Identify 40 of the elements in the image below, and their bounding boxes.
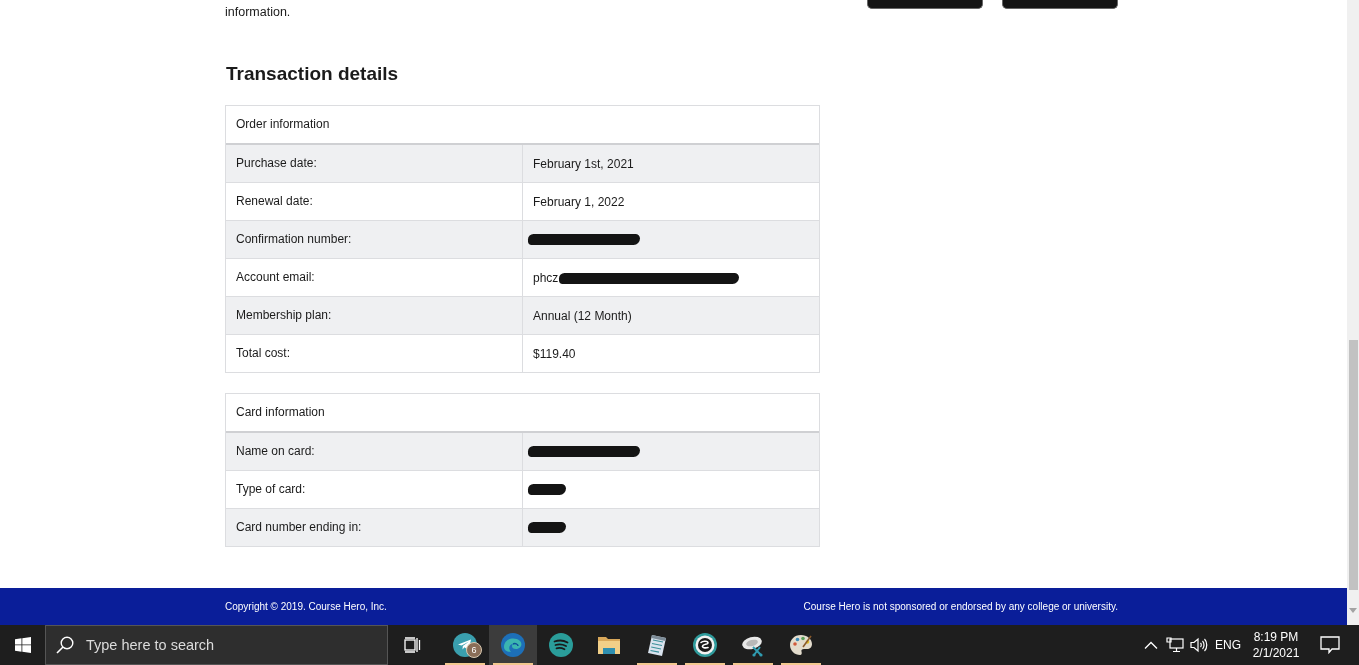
scrollbar-track[interactable] <box>1347 0 1359 625</box>
row-label: Account email: <box>235 269 316 286</box>
copyright-text: Copyright © 2019. Course Hero, Inc. <box>225 601 387 612</box>
store-badge-icon[interactable] <box>867 0 983 9</box>
row-value: phcz <box>533 269 559 286</box>
speech-bubble-icon <box>1320 636 1340 654</box>
row-value: $119.40 <box>533 345 576 362</box>
scrollbar-thumb[interactable] <box>1348 340 1358 590</box>
disclaimer-text: Course Hero is not sponsored or endorsed by any college or university. <box>803 601 1118 612</box>
notepad-icon <box>645 633 669 657</box>
search-field[interactable]: Type here to search <box>45 625 388 665</box>
sound-waves-icon <box>549 633 573 657</box>
row-label: Name on card: <box>235 443 316 460</box>
swirl-icon <box>693 633 717 657</box>
clock-button[interactable]: 8:19 PM 2/1/2021 <box>1245 625 1307 665</box>
section-heading: Transaction details <box>226 62 399 86</box>
row-value: February 1, 2022 <box>533 193 625 210</box>
row-label: Card number ending in: <box>235 519 363 536</box>
wave-icon <box>501 633 525 657</box>
row-label: Membership plan: <box>235 307 333 324</box>
store-badge-icon[interactable] <box>1002 0 1118 9</box>
palette-icon <box>789 633 813 657</box>
row-label: Purchase date: <box>235 155 318 172</box>
row-value: February 1st, 2021 <box>533 155 634 172</box>
windows-logo-icon <box>14 637 31 653</box>
network-icon <box>1166 637 1184 653</box>
taskbar-app-button[interactable] <box>489 625 537 665</box>
task-view-icon <box>404 637 422 653</box>
volume-icon <box>1190 637 1208 653</box>
notification-badge: 6 <box>466 642 482 658</box>
taskbar-app-button[interactable]: 6 <box>441 625 489 665</box>
chevron-up-icon <box>1144 641 1158 649</box>
row-label: Total cost: <box>235 345 292 362</box>
language-button[interactable]: ENG <box>1211 625 1245 665</box>
row-label: Renewal date: <box>235 193 314 210</box>
row-label: Type of card: <box>235 481 307 498</box>
row-value: Annual (12 Month) <box>533 307 632 324</box>
search-icon <box>56 636 74 654</box>
row-label: Confirmation number: <box>235 231 353 248</box>
paragraph-text: information. <box>225 4 291 21</box>
